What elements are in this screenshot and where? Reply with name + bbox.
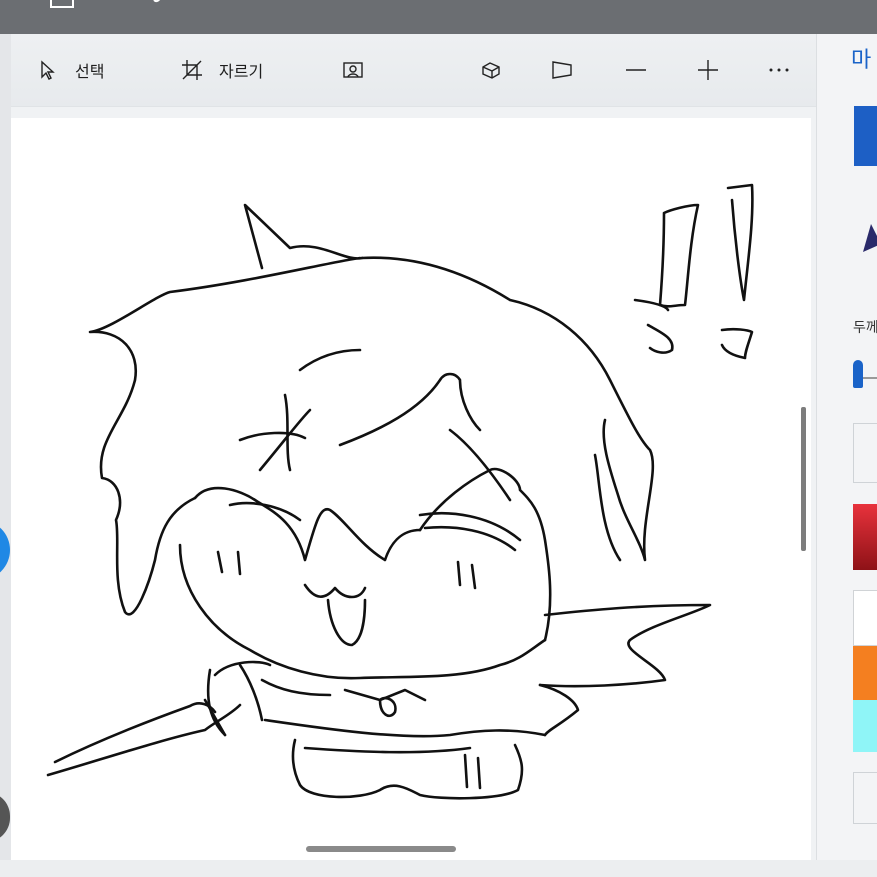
brush-calligraphy-icon[interactable]: [854, 106, 877, 166]
bottom-bar: [0, 860, 877, 877]
side-panel: 마 두께: [816, 34, 877, 860]
color-swatch-white[interactable]: [853, 590, 877, 646]
color-swatch-red[interactable]: [853, 504, 877, 570]
add-color-box[interactable]: [853, 772, 877, 824]
color-swatch-orange[interactable]: [853, 646, 877, 700]
chibi-character-drawing: [46, 183, 754, 800]
horizontal-scrollbar[interactable]: [306, 846, 456, 852]
brush-oil-icon[interactable]: [861, 214, 877, 254]
thickness-label: 두께: [853, 320, 877, 336]
color-swatch-cyan[interactable]: [853, 700, 877, 752]
opacity-box[interactable]: [853, 423, 877, 483]
vertical-scrollbar[interactable]: [801, 407, 806, 551]
thickness-slider-track[interactable]: [863, 377, 877, 379]
panel-title: 마: [851, 48, 872, 73]
thickness-slider-thumb[interactable]: [853, 360, 863, 388]
